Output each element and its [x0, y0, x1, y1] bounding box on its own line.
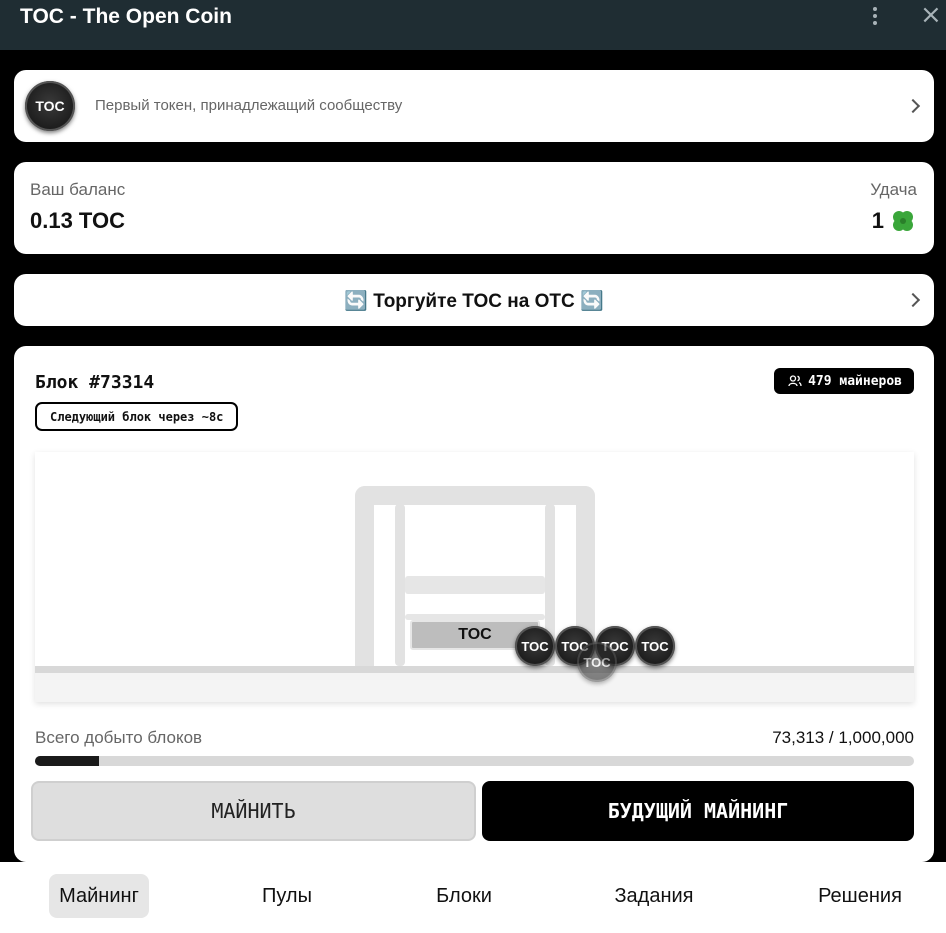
bottom-nav: Майнинг Пулы Блоки Задания Решения	[0, 862, 946, 933]
next-block-timer: Следующий блок через ~8с	[35, 402, 239, 431]
machine-pole-left	[395, 504, 405, 666]
block-number: Блок #73314	[35, 372, 155, 393]
close-icon[interactable]: ×	[920, 0, 942, 30]
token-info-card[interactable]: TOC Первый токен, принадлежащий сообщест…	[14, 70, 934, 142]
miners-count: 479 майнеров	[808, 373, 902, 389]
nav-item-tasks[interactable]: Задания	[604, 874, 704, 918]
four-leaf-clover-icon	[893, 211, 913, 231]
token-tagline: Первый токен, принадлежащий сообществу	[95, 97, 403, 114]
mining-scene: TOC TOC TOC TOC TOC TOC	[35, 452, 914, 702]
mine-button[interactable]: МАЙНИТЬ	[31, 781, 476, 841]
more-menu-icon[interactable]	[866, 4, 884, 28]
balance-value: 0.13 TOC	[30, 208, 125, 233]
luck-label: Удача	[870, 180, 917, 199]
scene-ground	[35, 666, 914, 702]
nav-item-blocks[interactable]: Блоки	[424, 874, 504, 918]
toc-coin: TOC	[635, 626, 675, 666]
chevron-right-icon	[905, 98, 921, 114]
mined-progress-fill	[35, 756, 100, 766]
window-title: TOC - The Open Coin	[20, 5, 232, 28]
nav-item-mining[interactable]: Майнинг	[49, 874, 149, 918]
nav-item-solutions[interactable]: Решения	[808, 874, 912, 918]
title-bar: TOC - The Open Coin ×	[0, 0, 946, 50]
balance-card: Ваш баланс 0.13 TOC Удача 1	[14, 162, 934, 254]
block-card: Блок #73314 479 майнеров Следующий блок …	[14, 346, 934, 862]
nav-item-pools[interactable]: Пулы	[247, 874, 327, 918]
balance-label: Ваш баланс	[30, 180, 126, 199]
otc-trade-banner[interactable]: 🔄 Торгуйте TOC на OTC 🔄	[14, 274, 934, 326]
mined-blocks-value: 73,313 / 1,000,000	[772, 728, 914, 747]
future-mining-button[interactable]: БУДУЩИЙ МАЙНИНГ	[482, 781, 914, 841]
users-icon	[788, 375, 802, 387]
toc-logo: TOC	[25, 81, 75, 131]
mined-blocks-label: Всего добыто блоков	[35, 728, 203, 747]
otc-trade-label: 🔄 Торгуйте TOC на OTC 🔄	[344, 291, 604, 312]
toc-coin-falling: TOC	[577, 642, 617, 682]
toc-coin: TOC	[515, 626, 555, 666]
luck-value: 1	[871, 208, 884, 233]
mined-progress-bar	[35, 756, 914, 766]
miners-badge: 479 майнеров	[774, 368, 914, 394]
machine-shelf	[405, 576, 545, 594]
